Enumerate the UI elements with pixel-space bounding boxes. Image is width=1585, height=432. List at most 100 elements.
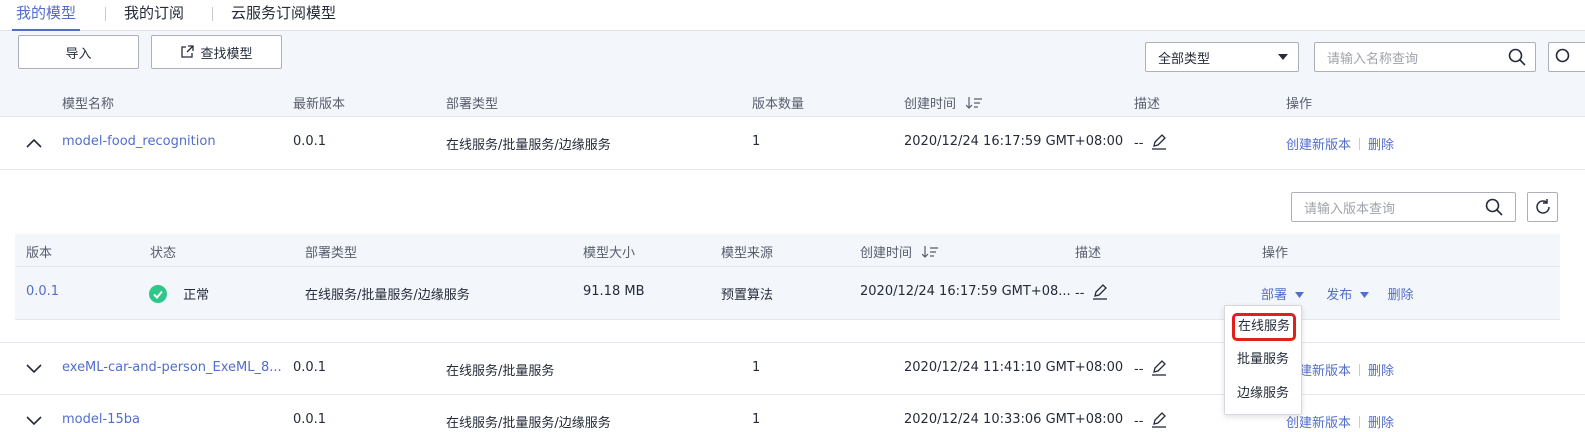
edit-pencil-icon[interactable]	[1151, 134, 1167, 150]
tab-my-models[interactable]: 我的模型	[12, 3, 81, 31]
status-badge: 正常	[149, 284, 209, 303]
model-name-link[interactable]: model-15ba	[62, 412, 140, 427]
col-version: 版本	[26, 246, 53, 261]
version-search-input[interactable]: 请输入版本查询	[1291, 192, 1516, 222]
row-operations: 创建新版本 删除	[1286, 412, 1394, 431]
caret-down-icon	[1278, 54, 1288, 60]
col-description: 描述	[1134, 97, 1161, 112]
description-value: --	[1134, 414, 1144, 429]
table-row: exeML-car-and-person_ExeML_8... 0.0.1 在线…	[0, 342, 1585, 395]
col-description: 描述	[1075, 246, 1102, 261]
extra-search-button[interactable]	[1548, 42, 1585, 72]
col-model-size: 模型大小	[583, 246, 636, 261]
import-button[interactable]: 导入	[18, 35, 139, 69]
model-name-link[interactable]: model-food_recognition	[62, 134, 216, 149]
type-filter-select[interactable]: 全部类型	[1145, 42, 1299, 72]
version-subtable-panel: 请输入版本查询 版本 状态 部署类型 模型大小 模型来源 创建时间 描述 操作 …	[0, 170, 1585, 342]
version-operations: 部署 发布 删除	[1261, 284, 1414, 303]
expand-chevron-down-icon[interactable]	[26, 364, 42, 374]
col-created-time[interactable]: 创建时间	[904, 93, 983, 112]
deploy-option-online-service[interactable]: 在线服务	[1232, 313, 1296, 341]
description: --	[1134, 412, 1167, 429]
toolbar: 导入 查找模型 全部类型 请输入名称查询	[0, 31, 1585, 85]
expand-chevron-down-icon[interactable]	[26, 416, 42, 426]
version-search-placeholder: 请输入版本查询	[1304, 201, 1396, 217]
description: --	[1134, 360, 1167, 377]
version-link[interactable]: 0.0.1	[26, 284, 59, 299]
name-search-input[interactable]: 请输入名称查询	[1314, 42, 1536, 72]
model-size: 91.18 MB	[583, 284, 645, 299]
deploy-dropdown-menu: 在线服务 批量服务 边缘服务	[1224, 305, 1302, 415]
tab-divider	[105, 7, 106, 21]
row-operations: 创建新版本 删除	[1286, 360, 1394, 379]
model-name-link[interactable]: exeML-car-and-person_ExeML_8...	[62, 360, 282, 375]
delete-link[interactable]: 删除	[1368, 364, 1394, 379]
create-new-version-link[interactable]: 创建新版本	[1286, 138, 1351, 153]
description-value: --	[1134, 136, 1144, 151]
col-operations: 操作	[1286, 97, 1313, 112]
deploy-label: 部署	[1261, 288, 1288, 303]
created-time: 2020/12/24 16:17:59 GMT+08:00	[904, 134, 1124, 149]
operation-divider	[1359, 364, 1361, 376]
find-model-label: 查找模型	[200, 46, 253, 62]
version-row: 0.0.1 正常 在线服务/批量服务/边缘服务 91.18 MB 预置算法 20…	[15, 266, 1560, 320]
models-table-header: 模型名称 最新版本 部署类型 版本数量 创建时间 描述 操作	[0, 85, 1585, 117]
publish-dropdown-trigger[interactable]: 发布	[1326, 288, 1373, 303]
col-latest-version: 最新版本	[293, 97, 346, 112]
operation-divider	[1359, 416, 1361, 428]
latest-version: 0.0.1	[293, 360, 327, 375]
caret-down-icon	[1360, 292, 1370, 298]
tab-cloud-subscribed-models[interactable]: 云服务订阅模型	[231, 3, 336, 31]
edit-pencil-icon[interactable]	[1151, 360, 1167, 376]
deploy-option-batch-service[interactable]: 批量服务	[1225, 346, 1301, 374]
create-new-version-link[interactable]: 创建新版本	[1286, 416, 1351, 431]
find-model-button[interactable]: 查找模型	[151, 35, 282, 69]
version-table-header: 版本 状态 部署类型 模型大小 模型来源 创建时间 描述 操作	[15, 234, 1560, 266]
sort-desc-icon[interactable]	[921, 246, 939, 258]
tab-divider	[212, 7, 213, 21]
sort-desc-icon[interactable]	[965, 97, 983, 109]
table-row: model-15ba 0.0.1 在线服务/批量服务/边缘服务 1 2020/1…	[0, 395, 1585, 432]
search-icon	[1555, 48, 1570, 63]
model-source: 预置算法	[721, 288, 774, 303]
latest-version: 0.0.1	[293, 134, 327, 149]
col-created-time[interactable]: 创建时间	[860, 242, 939, 261]
col-model-name: 模型名称	[62, 97, 115, 112]
publish-label: 发布	[1326, 288, 1353, 303]
refresh-button[interactable]	[1527, 192, 1558, 222]
deploy-option-edge-service[interactable]: 边缘服务	[1225, 380, 1301, 408]
latest-version: 0.0.1	[293, 412, 327, 427]
collapse-chevron-up-icon[interactable]	[26, 138, 42, 148]
deploy-type: 在线服务/批量服务	[446, 364, 555, 379]
delete-version-link[interactable]: 删除	[1388, 288, 1414, 303]
created-time: 2020/12/24 10:33:06 GMT+08:00	[904, 412, 1124, 427]
description-value: --	[1134, 362, 1144, 377]
col-operations: 操作	[1262, 246, 1289, 261]
delete-link[interactable]: 删除	[1368, 416, 1394, 431]
version-count: 1	[752, 412, 761, 427]
col-deploy-type: 部署类型	[446, 97, 499, 112]
search-icon[interactable]	[1508, 48, 1526, 66]
caret-down-icon	[1295, 292, 1305, 298]
col-deploy-type: 部署类型	[305, 246, 358, 261]
col-version-count: 版本数量	[752, 97, 805, 112]
tab-my-subscriptions[interactable]: 我的订阅	[124, 3, 184, 31]
import-button-label: 导入	[65, 46, 92, 62]
status-text: 正常	[183, 288, 210, 303]
edit-pencil-icon[interactable]	[1151, 412, 1167, 428]
description: --	[1075, 284, 1108, 301]
check-circle-icon	[149, 285, 167, 303]
edit-pencil-icon[interactable]	[1092, 284, 1108, 300]
version-count: 1	[752, 360, 761, 375]
description: --	[1134, 134, 1167, 151]
external-link-icon	[181, 45, 195, 58]
created-time: 2020/12/24 11:41:10 GMT+08:00	[904, 360, 1124, 375]
deploy-type: 在线服务/批量服务/边缘服务	[446, 138, 611, 153]
operation-divider	[1359, 138, 1361, 150]
deploy-dropdown-trigger[interactable]: 部署	[1261, 288, 1308, 303]
description-value: --	[1075, 286, 1085, 301]
deploy-type: 在线服务/批量服务/边缘服务	[446, 416, 611, 431]
delete-link[interactable]: 删除	[1368, 138, 1394, 153]
refresh-icon	[1536, 199, 1550, 214]
search-icon[interactable]	[1485, 198, 1503, 216]
